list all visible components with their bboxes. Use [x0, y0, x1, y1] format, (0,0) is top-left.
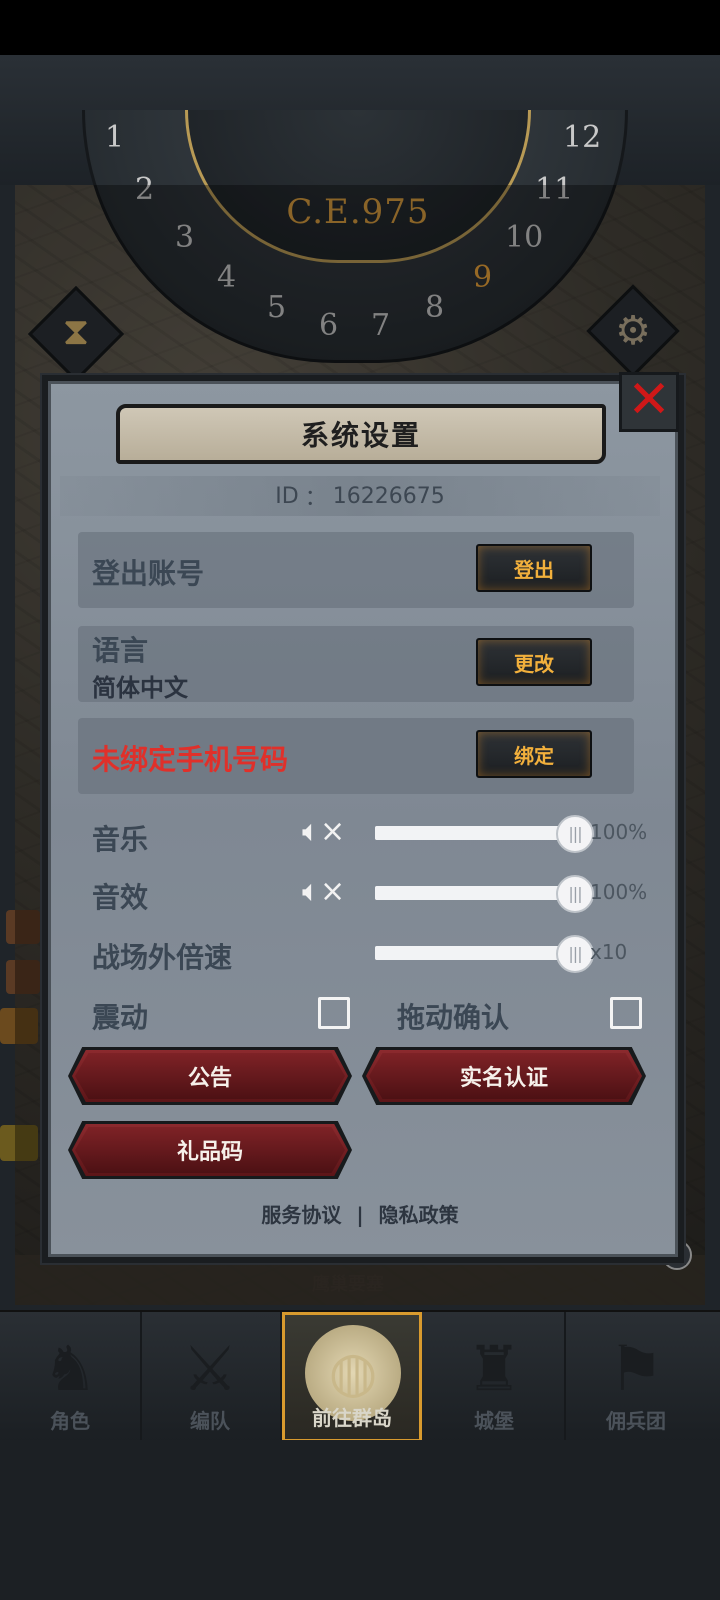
language-current: 简体中文	[92, 674, 188, 702]
sfx-slider-thumb[interactable]: |||	[556, 875, 594, 913]
dial-number: 1	[105, 120, 125, 155]
mercenary-icon: ⚑	[608, 1332, 664, 1405]
bottom-nav: ♞ 角色 ⚔ 编队 ⌄ ◍ 前往群岛 ♜ 城堡 ⚑ 佣兵团	[0, 1305, 720, 1442]
sfx-value: 100%	[590, 880, 648, 904]
dialog-title: 系统设置	[300, 419, 421, 452]
nav-label: 前往群岛	[312, 1406, 392, 1430]
knight-icon: ♞	[42, 1332, 98, 1405]
status-bar-area	[0, 0, 720, 55]
language-label: 语言	[92, 634, 149, 667]
gift-code-button[interactable]: 礼品码	[72, 1124, 348, 1176]
nav-item-mercenary[interactable]: ⚑ 佣兵团	[566, 1312, 706, 1442]
speed-slider[interactable]: |||	[375, 935, 594, 973]
nav-item-formation[interactable]: ⚔ 编队	[140, 1312, 282, 1442]
music-value: 100%	[590, 820, 648, 844]
close-icon: ✕	[627, 370, 671, 430]
map-location-label: 鹰巢要塞	[312, 1274, 384, 1295]
footer-links: 服务协议 | 隐私政策	[0, 1199, 720, 1228]
nav-item-character[interactable]: ♞ 角色	[0, 1312, 142, 1442]
dial-number: 12	[563, 120, 602, 155]
realname-auth-button[interactable]: 实名认证	[366, 1050, 642, 1102]
privacy-link[interactable]: 隐私政策	[379, 1203, 459, 1227]
music-slider[interactable]: |||	[375, 815, 594, 853]
logout-row: 登出账号 登出	[78, 532, 634, 608]
drag-confirm-label: 拖动确认	[397, 1001, 510, 1034]
nav-label: 佣兵团	[606, 1409, 666, 1433]
notice-button-label: 公告	[187, 1066, 232, 1091]
player-id-bar: ID ： 16226675	[60, 476, 660, 516]
nav-item-islands[interactable]: ⌄ ◍ 前往群岛	[282, 1305, 422, 1442]
music-slider-thumb[interactable]: |||	[556, 815, 594, 853]
language-row: 语言 简体中文 更改	[78, 626, 634, 702]
bind-phone-button[interactable]: 绑定	[476, 730, 592, 778]
music-mute-icon[interactable]: 🔈︎×	[302, 814, 346, 850]
sfx-mute-icon[interactable]: 🔈︎×	[302, 874, 346, 910]
terms-link[interactable]: 服务协议	[261, 1203, 341, 1227]
notice-button[interactable]: 公告	[72, 1050, 348, 1102]
id-label: ID	[275, 483, 299, 509]
sfx-label: 音效	[92, 881, 149, 914]
giftcode-button-label: 礼品码	[176, 1140, 243, 1165]
id-separator: ：	[304, 486, 327, 511]
nav-item-castle[interactable]: ♜ 城堡	[424, 1312, 566, 1442]
realname-button-label: 实名认证	[459, 1066, 548, 1091]
formation-icon: ⚔	[182, 1332, 238, 1405]
speed-slider-fill	[375, 946, 573, 960]
speed-label: 战场外倍速	[92, 941, 233, 974]
id-value: 16226675	[332, 483, 445, 509]
nav-label: 角色	[50, 1409, 90, 1433]
logout-button[interactable]: 登出	[476, 544, 592, 592]
nav-label: 城堡	[474, 1409, 514, 1433]
speed-value: x10	[590, 940, 628, 964]
logout-label: 登出账号	[92, 557, 205, 590]
drag-confirm-checkbox[interactable]	[610, 997, 642, 1029]
phone-unbound-label: 未绑定手机号码	[92, 743, 289, 776]
vibration-checkbox[interactable]	[318, 997, 350, 1029]
music-slider-fill	[375, 826, 573, 840]
dialog-title-banner: 系统设置	[116, 404, 606, 464]
nav-label: 编队	[190, 1409, 230, 1433]
speed-slider-thumb[interactable]: |||	[556, 935, 594, 973]
sfx-slider-fill	[375, 886, 573, 900]
bottom-safe-area	[0, 1440, 720, 1600]
sfx-slider[interactable]: |||	[375, 875, 594, 913]
vibration-label: 震动	[92, 1001, 149, 1034]
castle-icon: ♜	[466, 1332, 522, 1405]
change-language-button[interactable]: 更改	[476, 638, 592, 686]
footer-divider: |	[356, 1203, 364, 1227]
close-button[interactable]: ✕	[619, 372, 679, 432]
screen: C.E.975 1 2 3 4 5 6 7 8 9 10 11 12 ⧗ ⚙ 8…	[0, 0, 720, 1600]
phone-bind-row: 未绑定手机号码 绑定	[78, 718, 634, 794]
music-label: 音乐	[92, 823, 149, 856]
